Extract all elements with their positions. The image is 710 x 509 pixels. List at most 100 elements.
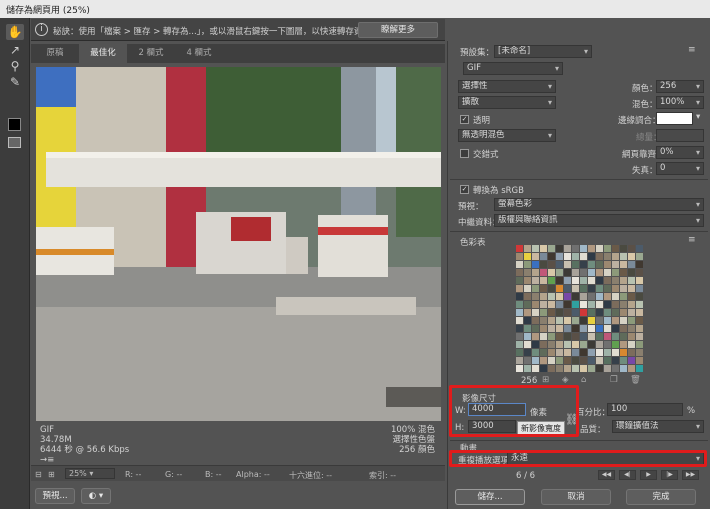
- color-swatch[interactable]: [612, 293, 619, 300]
- color-swatch[interactable]: [620, 309, 627, 316]
- color-swatch[interactable]: [628, 261, 635, 268]
- color-swatch[interactable]: [580, 341, 587, 348]
- preset-select[interactable]: [未命名] ▾: [494, 45, 592, 58]
- color-swatch[interactable]: [540, 285, 547, 292]
- play-icon[interactable]: ▶: [640, 470, 657, 480]
- color-swatch[interactable]: [548, 341, 555, 348]
- color-swatch[interactable]: [572, 349, 579, 356]
- metadata-select[interactable]: 版權與聯絡資訊 ▾: [494, 214, 704, 227]
- color-swatch[interactable]: [580, 253, 587, 260]
- color-swatch[interactable]: [588, 269, 595, 276]
- color-swatch[interactable]: [516, 349, 523, 356]
- eyedropper-color-swatch[interactable]: [8, 118, 21, 131]
- color-swatch[interactable]: [548, 245, 555, 252]
- color-swatch[interactable]: [556, 317, 563, 324]
- color-swatch[interactable]: [516, 261, 523, 268]
- previous-frame-icon[interactable]: ◀|: [619, 470, 636, 480]
- color-swatch[interactable]: [636, 325, 643, 332]
- color-swatch[interactable]: [532, 269, 539, 276]
- tab-original[interactable]: 原稿: [31, 44, 79, 63]
- color-swatch[interactable]: [604, 341, 611, 348]
- color-swatch[interactable]: [596, 317, 603, 324]
- color-swatch[interactable]: [540, 357, 547, 364]
- cancel-button[interactable]: 取消: [541, 489, 611, 505]
- color-swatch[interactable]: [548, 277, 555, 284]
- color-swatch[interactable]: [612, 253, 619, 260]
- info-time-menu-icon[interactable]: →≡: [40, 455, 129, 465]
- color-swatch[interactable]: [564, 301, 571, 308]
- color-swatch[interactable]: [604, 333, 611, 340]
- color-swatch[interactable]: [556, 293, 563, 300]
- color-swatch[interactable]: [612, 341, 619, 348]
- color-swatch[interactable]: [588, 293, 595, 300]
- slice-select-tool-icon[interactable]: ↗: [6, 42, 24, 58]
- color-swatch[interactable]: [596, 285, 603, 292]
- last-frame-icon[interactable]: ▶▶: [682, 470, 699, 480]
- color-swatch[interactable]: [612, 333, 619, 340]
- color-swatch[interactable]: [516, 285, 523, 292]
- color-swatch[interactable]: [524, 309, 531, 316]
- color-swatch[interactable]: [524, 277, 531, 284]
- color-swatch[interactable]: [580, 277, 587, 284]
- color-swatch[interactable]: [532, 349, 539, 356]
- color-swatch[interactable]: [620, 253, 627, 260]
- color-swatch[interactable]: [564, 285, 571, 292]
- amount-field[interactable]: [656, 129, 704, 142]
- color-swatch[interactable]: [572, 325, 579, 332]
- color-swatch[interactable]: [532, 309, 539, 316]
- color-swatch[interactable]: [556, 309, 563, 316]
- color-swatch[interactable]: [564, 317, 571, 324]
- color-swatch[interactable]: [532, 301, 539, 308]
- preview-in-browser-button[interactable]: 預視...: [35, 488, 75, 504]
- learn-more-button[interactable]: 瞭解更多: [358, 22, 438, 38]
- color-swatch[interactable]: [556, 277, 563, 284]
- color-swatch[interactable]: [516, 317, 523, 324]
- color-swatch[interactable]: [636, 261, 643, 268]
- color-swatch[interactable]: [556, 245, 563, 252]
- color-swatch[interactable]: [540, 325, 547, 332]
- color-swatch[interactable]: [596, 357, 603, 364]
- web-shift-icon[interactable]: ◈: [562, 375, 569, 385]
- color-swatch[interactable]: [572, 341, 579, 348]
- color-swatch[interactable]: [628, 269, 635, 276]
- color-swatch[interactable]: [636, 365, 643, 372]
- color-swatch[interactable]: [532, 277, 539, 284]
- color-swatch[interactable]: [556, 285, 563, 292]
- color-swatch[interactable]: [636, 333, 643, 340]
- color-swatch[interactable]: [620, 269, 627, 276]
- color-swatch[interactable]: [516, 333, 523, 340]
- color-swatch[interactable]: [612, 365, 619, 372]
- lock-color-icon[interactable]: ⌂: [581, 375, 586, 385]
- color-swatch[interactable]: [596, 293, 603, 300]
- color-swatch[interactable]: [588, 301, 595, 308]
- color-swatch[interactable]: [524, 349, 531, 356]
- color-swatch[interactable]: [548, 325, 555, 332]
- color-swatch[interactable]: [532, 245, 539, 252]
- color-swatch[interactable]: [620, 293, 627, 300]
- color-swatch[interactable]: [612, 245, 619, 252]
- color-swatch[interactable]: [588, 245, 595, 252]
- color-swatch[interactable]: [628, 341, 635, 348]
- color-swatch[interactable]: [604, 245, 611, 252]
- next-frame-icon[interactable]: |▶: [661, 470, 678, 480]
- color-swatch[interactable]: [564, 253, 571, 260]
- color-swatch[interactable]: [516, 277, 523, 284]
- color-swatch[interactable]: [620, 333, 627, 340]
- color-swatch[interactable]: [524, 341, 531, 348]
- convert-srgb-checkbox[interactable]: ✓: [460, 185, 469, 194]
- color-swatch[interactable]: [524, 317, 531, 324]
- color-swatch[interactable]: [572, 253, 579, 260]
- color-swatch[interactable]: [636, 309, 643, 316]
- preview-color-select[interactable]: 螢幕色彩 ▾: [494, 198, 704, 211]
- percent-input[interactable]: 100: [607, 403, 683, 416]
- color-swatch[interactable]: [604, 253, 611, 260]
- image-preview[interactable]: [36, 67, 441, 421]
- color-table-menu-icon[interactable]: ≡: [688, 235, 696, 245]
- color-swatch[interactable]: [516, 357, 523, 364]
- color-swatch[interactable]: [628, 301, 635, 308]
- color-swatch[interactable]: [564, 349, 571, 356]
- color-swatch[interactable]: [548, 357, 555, 364]
- color-swatch[interactable]: [604, 285, 611, 292]
- color-swatch[interactable]: [524, 357, 531, 364]
- color-swatch[interactable]: [596, 245, 603, 252]
